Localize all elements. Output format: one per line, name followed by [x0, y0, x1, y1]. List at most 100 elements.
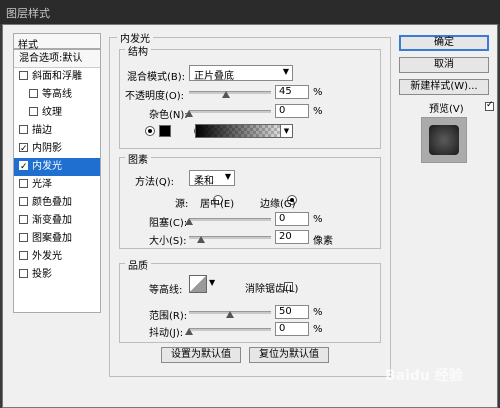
sidebar-item-label: 内阴影 [32, 143, 62, 154]
sidebar-item-color-overlay[interactable]: 颜色叠加 [14, 194, 100, 212]
cancel-button[interactable]: 取消 [399, 57, 489, 73]
range-field[interactable]: 50 [275, 305, 309, 319]
slider-thumb[interactable] [185, 218, 193, 225]
contour-checkbox[interactable] [29, 89, 38, 98]
watermark: Baidu 经验 [385, 368, 463, 384]
structure-title: 结构 [125, 43, 151, 58]
method-value: 柔和 [194, 176, 214, 187]
sidebar-item-satin[interactable]: 光泽 [14, 176, 100, 194]
sidebar-item-label: 等高线 [42, 89, 72, 100]
contour-picker[interactable] [189, 275, 207, 293]
sidebar-item-label: 外发光 [32, 251, 62, 262]
new-style-button[interactable]: 新建样式(W)... [399, 79, 489, 95]
antialias-label: 消除锯齿(L) [245, 284, 299, 295]
jitter-unit: % [313, 324, 323, 335]
jitter-field[interactable]: 0 [275, 322, 309, 336]
pattern-overlay-checkbox[interactable] [19, 233, 28, 242]
preview-thumbnail [429, 125, 459, 155]
slider-thumb[interactable] [185, 328, 193, 335]
opacity-slider[interactable] [189, 87, 271, 98]
bevel-emboss-checkbox[interactable] [19, 71, 28, 80]
size-label: 大小(S): [149, 236, 187, 247]
set-default-button[interactable]: 设置为默认值 [161, 347, 241, 363]
glow-gradient-picker[interactable]: ▼ [195, 124, 293, 138]
slider-thumb[interactable] [197, 236, 205, 243]
sidebar-item-stroke[interactable]: 描边 [14, 122, 100, 140]
style-preview [421, 117, 467, 163]
sidebar-item-label: 混合选项:默认 [19, 53, 83, 64]
slider-thumb[interactable] [221, 91, 230, 98]
jitter-label: 抖动(J): [149, 328, 184, 339]
sidebar-item-gradient-overlay[interactable]: 渐变叠加 [14, 212, 100, 230]
size-field[interactable]: 20 [275, 230, 309, 244]
slider-thumb[interactable] [185, 110, 193, 117]
noise-field[interactable]: 0 [275, 104, 309, 118]
reset-default-button[interactable]: 复位为默认值 [249, 347, 329, 363]
range-slider[interactable] [189, 307, 271, 318]
sidebar-item-drop-shadow[interactable]: 投影 [14, 266, 100, 284]
noise-slider[interactable] [185, 106, 271, 117]
method-label: 方法(Q): [135, 177, 175, 188]
inner-shadow-checkbox[interactable] [19, 141, 28, 158]
source-label: 源: [175, 199, 189, 210]
sidebar-item-bevel-emboss[interactable]: 斜面和浮雕 [14, 68, 100, 86]
blend-mode-select[interactable]: 正片叠底 ▼ [189, 65, 293, 82]
sidebar-item-label: 图案叠加 [32, 233, 72, 244]
satin-checkbox[interactable] [19, 179, 28, 188]
noise-unit: % [313, 106, 323, 117]
choke-field[interactable]: 0 [275, 212, 309, 226]
gradient-overlay-checkbox[interactable] [19, 215, 28, 224]
solid-color-radio[interactable] [145, 126, 155, 136]
quality-title: 品质 [125, 257, 151, 272]
sidebar-item-texture[interactable]: 纹理 [14, 104, 100, 122]
layer-style-dialog: 样式 混合选项:默认 斜面和浮雕 等高线 纹理 描边 内阴影 内发光 光泽 颜色… [2, 24, 498, 408]
range-label: 范围(R): [149, 311, 188, 322]
outer-glow-checkbox[interactable] [19, 251, 28, 260]
size-slider[interactable] [189, 232, 271, 243]
glow-color-swatch[interactable] [159, 125, 171, 137]
window-title: 图层样式 [0, 0, 500, 24]
preview-checkbox[interactable] [484, 100, 494, 111]
color-overlay-checkbox[interactable] [19, 197, 28, 206]
sidebar-item-inner-glow[interactable]: 内发光 [14, 158, 100, 176]
stroke-checkbox[interactable] [19, 125, 28, 134]
sidebar-item-label: 斜面和浮雕 [32, 71, 82, 82]
choke-unit: % [313, 214, 323, 225]
preview-label: 预览(V) [429, 104, 464, 115]
size-unit: 像素 [313, 236, 333, 247]
sidebar-item-label: 颜色叠加 [32, 197, 72, 208]
sidebar-item-contour[interactable]: 等高线 [14, 86, 100, 104]
sidebar-item-pattern-overlay[interactable]: 图案叠加 [14, 230, 100, 248]
jitter-slider[interactable] [185, 324, 271, 335]
sidebar-item-label: 光泽 [32, 179, 52, 190]
sidebar-item-label: 描边 [32, 125, 52, 136]
ok-button[interactable]: 确定 [399, 35, 489, 51]
opacity-label: 不透明度(O): [125, 91, 185, 102]
styles-list: 混合选项:默认 斜面和浮雕 等高线 纹理 描边 内阴影 内发光 光泽 颜色叠加 … [13, 49, 101, 313]
inner-glow-checkbox[interactable] [19, 159, 28, 176]
choke-slider[interactable] [185, 214, 271, 225]
opacity-field[interactable]: 45 [275, 85, 309, 99]
source-center-label: 居中(E) [200, 199, 235, 210]
contour-label: 等高线: [149, 285, 183, 296]
opacity-unit: % [313, 87, 323, 98]
chevron-down-icon: ▼ [224, 172, 231, 181]
sidebar-item-blending-options[interactable]: 混合选项:默认 [14, 50, 100, 68]
slider-track [189, 110, 271, 113]
choke-label: 阻塞(C): [149, 218, 188, 229]
texture-checkbox[interactable] [29, 107, 38, 116]
slider-track [189, 218, 271, 221]
chevron-down-icon: ▼ [282, 67, 289, 76]
chevron-down-icon[interactable]: ▼ [209, 278, 215, 287]
sidebar-item-label: 内发光 [32, 161, 62, 172]
method-select[interactable]: 柔和 ▼ [189, 170, 235, 187]
styles-header: 样式 [13, 33, 101, 51]
slider-thumb[interactable] [226, 311, 234, 318]
elements-title: 图素 [125, 151, 151, 166]
sidebar-item-label: 渐变叠加 [32, 215, 72, 226]
sidebar-item-label: 纹理 [42, 107, 62, 118]
drop-shadow-checkbox[interactable] [19, 269, 28, 278]
sidebar-item-outer-glow[interactable]: 外发光 [14, 248, 100, 266]
range-unit: % [313, 307, 323, 318]
sidebar-item-inner-shadow[interactable]: 内阴影 [14, 140, 100, 158]
